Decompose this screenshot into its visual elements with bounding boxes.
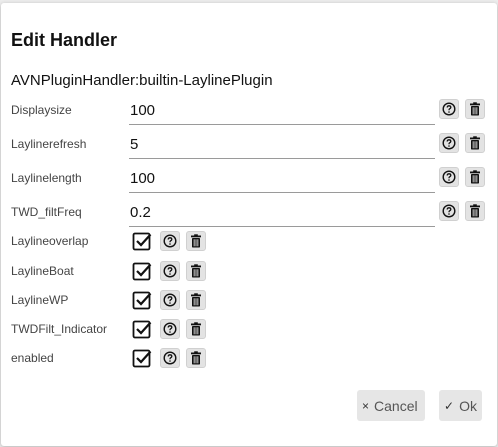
delete-button[interactable] (186, 319, 206, 339)
param-row-enabled: enabled (1, 347, 497, 377)
checkbox-checked-icon (132, 320, 152, 339)
ok-button[interactable]: ✓ Ok (439, 390, 482, 421)
param-label: Displaysize (11, 103, 72, 117)
help-icon (442, 136, 456, 150)
checkbox-enabled[interactable] (132, 348, 152, 368)
param-input-laylinerefresh[interactable]: 5 (129, 130, 435, 159)
param-row-laylinelength: Laylinelength 100 (1, 164, 497, 194)
help-icon (163, 264, 177, 278)
param-value: 5 (130, 136, 139, 153)
delete-button[interactable] (186, 348, 206, 368)
check-icon: ✓ (444, 398, 455, 413)
edit-handler-dialog: Edit Handler AVNPluginHandler:builtin-La… (1, 3, 497, 446)
param-value: 100 (130, 170, 156, 187)
param-input-twd-filtfreq[interactable]: 0.2 (129, 198, 435, 227)
help-button[interactable] (160, 319, 180, 339)
param-row-laylineboat: LaylineBoat (1, 260, 497, 290)
help-button[interactable] (439, 99, 459, 119)
param-row-laylineoverlap: Laylineoverlap (1, 230, 497, 260)
handler-name: AVNPluginHandler:builtin-LaylinePlugin (11, 72, 273, 89)
checkbox-checked-icon (132, 291, 152, 310)
delete-button[interactable] (186, 231, 206, 251)
param-row-twd-filtfreq: TWD_filtFreq 0.2 (1, 198, 497, 228)
cancel-button[interactable]: × Cancel (357, 390, 425, 421)
help-icon (163, 293, 177, 307)
trash-icon (191, 293, 201, 307)
delete-button[interactable] (465, 133, 485, 153)
checkbox-checked-icon (132, 232, 152, 251)
trash-icon (191, 322, 201, 336)
param-input-displaysize[interactable]: 100 (129, 96, 435, 125)
param-row-laylinerefresh: Laylinerefresh 5 (1, 130, 497, 160)
delete-button[interactable] (465, 201, 485, 221)
param-label: LaylineBoat (11, 264, 74, 278)
param-input-laylinelength[interactable]: 100 (129, 164, 435, 193)
help-button[interactable] (160, 231, 180, 251)
help-button[interactable] (160, 348, 180, 368)
help-button[interactable] (439, 201, 459, 221)
param-value: 0.2 (130, 204, 151, 221)
param-label: Laylineoverlap (11, 234, 89, 248)
close-icon: × (362, 398, 370, 413)
trash-icon (470, 204, 480, 218)
checkbox-laylineboat[interactable] (132, 261, 152, 281)
delete-button[interactable] (186, 261, 206, 281)
trash-icon (470, 102, 480, 116)
param-label: enabled (11, 351, 54, 365)
help-button[interactable] (160, 290, 180, 310)
param-label: TWDFilt_Indicator (11, 322, 108, 336)
param-value: 100 (130, 102, 156, 119)
dialog-title: Edit Handler (11, 30, 118, 50)
help-button[interactable] (439, 167, 459, 187)
help-button[interactable] (160, 261, 180, 281)
trash-icon (191, 234, 201, 248)
trash-icon (470, 136, 480, 150)
delete-button[interactable] (465, 167, 485, 187)
ok-label: Ok (459, 397, 477, 414)
help-icon (163, 234, 177, 248)
param-label: LaylineWP (11, 293, 69, 307)
trash-icon (191, 264, 201, 278)
delete-button[interactable] (465, 99, 485, 119)
param-row-laylinewp: LaylineWP (1, 289, 497, 319)
checkbox-laylinewp[interactable] (132, 290, 152, 310)
delete-button[interactable] (186, 290, 206, 310)
help-icon (442, 102, 456, 116)
checkbox-laylineoverlap[interactable] (132, 231, 152, 251)
checkbox-checked-icon (132, 349, 152, 368)
param-label: Laylinelength (11, 171, 82, 185)
help-icon (442, 170, 456, 184)
param-row-twdfilt-indicator: TWDFilt_Indicator (1, 318, 497, 348)
param-label: TWD_filtFreq (11, 205, 82, 219)
trash-icon (191, 351, 201, 365)
help-button[interactable] (439, 133, 459, 153)
param-row-displaysize: Displaysize 100 (1, 96, 497, 126)
help-icon (442, 204, 456, 218)
help-icon (163, 322, 177, 336)
help-icon (163, 351, 177, 365)
trash-icon (470, 170, 480, 184)
param-label: Laylinerefresh (11, 137, 87, 151)
checkbox-twdfilt-indicator[interactable] (132, 319, 152, 339)
cancel-label: Cancel (374, 397, 418, 414)
checkbox-checked-icon (132, 262, 152, 281)
